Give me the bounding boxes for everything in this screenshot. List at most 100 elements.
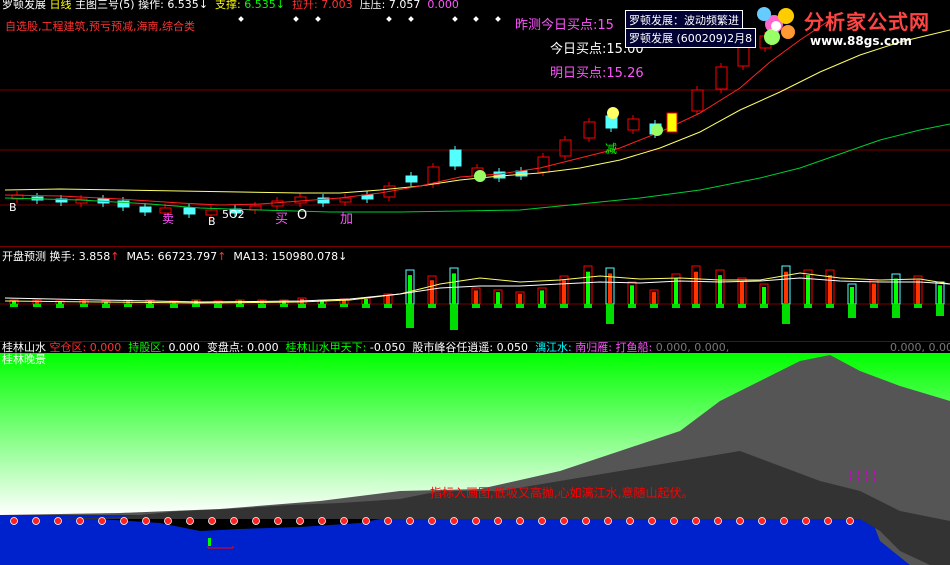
- sell-marker: 卖: [162, 212, 175, 226]
- volume-bar-green: [146, 304, 154, 308]
- volume-bar-green: [584, 304, 592, 308]
- volume-bar-green: [472, 304, 480, 308]
- river-dot: [582, 517, 590, 525]
- volume-bar-green: [782, 304, 790, 324]
- li-label: 漓江水:: [535, 341, 572, 354]
- river-dot: [428, 517, 436, 525]
- volume-bar-green: [672, 304, 680, 308]
- pull-value: 7.003: [321, 0, 353, 11]
- candle: [715, 66, 728, 90]
- stock-name: 罗顿发展: [2, 0, 46, 11]
- candle: [559, 139, 572, 157]
- river-dot: [516, 517, 524, 525]
- birds-icon: ⟩⟩⟩⟩: [848, 469, 881, 484]
- volume-bar-green: [650, 304, 658, 308]
- volume-bar-green: [362, 304, 370, 308]
- highlight-candle: [666, 112, 678, 133]
- river-dot: [824, 517, 832, 525]
- landscape-svg: [0, 353, 950, 565]
- volume-bar-green: [428, 304, 436, 308]
- river-dot: [208, 517, 216, 525]
- buy-marker: 买: [275, 212, 289, 227]
- volume-bar-green: [936, 304, 944, 316]
- sector-list: 自选股,工程建筑,预亏预减,海南,综合类: [5, 20, 195, 33]
- indicator-name: 主图三号(5): [75, 0, 135, 11]
- main-chart-pane[interactable]: 罗顿发展 日线 主图三号(5) 操作: 6.535↓, 支撑: 6.535↓, …: [0, 0, 950, 246]
- volume-bar-green: [560, 304, 568, 308]
- b-marker: B: [208, 215, 216, 228]
- ma5-arrow: ↑: [217, 250, 227, 263]
- cross-marker: 5O2: [222, 208, 245, 221]
- volume-bar-green: [516, 304, 524, 308]
- header-row: 罗顿发展 日线 主图三号(5) 操作: 6.535↓, 支撑: 6.535↓, …: [2, 0, 459, 11]
- river-dot: [846, 517, 854, 525]
- circle-marker: O: [297, 208, 308, 223]
- river-dot: [560, 517, 568, 525]
- turnover-title: 开盘预测: [2, 250, 46, 263]
- sun-marker-icon: [651, 124, 663, 136]
- sun-marker-icon: [474, 170, 486, 182]
- river-dot: [164, 517, 172, 525]
- candle: [405, 175, 418, 183]
- river-dot: [54, 517, 62, 525]
- landscape-header: 桂林山水 空仓区: 0.000, 持股区: 0.000, 变盘点: 0.000,…: [2, 341, 730, 354]
- turnover-value: 3.858: [78, 250, 111, 263]
- volume-bar-green: [102, 304, 110, 308]
- river-dot: [296, 517, 304, 525]
- guilin-landscape-pane[interactable]: 桂林山水 空仓区: 0.000, 持股区: 0.000, 变盘点: 0.000,…: [0, 341, 950, 565]
- volume-bar-green: [33, 304, 41, 307]
- candle: [183, 207, 196, 215]
- pressure-label: 压压:: [359, 0, 386, 11]
- volume-bar-green: [280, 304, 288, 307]
- reduce-marker: 减: [605, 142, 618, 156]
- volume-bar-green: [192, 304, 200, 307]
- op-arrow: ↓: [198, 0, 209, 11]
- volume-bar-green: [716, 304, 724, 308]
- volume-bar-green: [298, 304, 306, 308]
- candle: [627, 118, 640, 131]
- logo-title: 分析家公式网: [804, 10, 930, 34]
- tooltip-popup[interactable]: 罗顿发展 (600209)2月8: [625, 28, 757, 48]
- volume-bar-green: [914, 304, 922, 308]
- turnover-pane[interactable]: 开盘预测 换手: 3.858↑, MA5: 66723.797↑, MA13: …: [0, 246, 950, 341]
- river-dot: [758, 517, 766, 525]
- volume-bar-green: [804, 304, 812, 308]
- sun-marker-icon: [607, 107, 619, 119]
- volume-bar-green: [450, 304, 458, 330]
- river-dot: [406, 517, 414, 525]
- tooltip-popup[interactable]: 罗顿发展：波动频繁进: [625, 10, 743, 30]
- volume-bar-green: [848, 304, 856, 318]
- pull-label: 拉升:: [291, 0, 318, 11]
- volume-bar-green: [692, 304, 700, 308]
- candle: [294, 196, 307, 204]
- river-dot: [780, 517, 788, 525]
- river-dot: [76, 517, 84, 525]
- op-label: 操作:: [138, 0, 164, 11]
- volume-bar-green: [258, 304, 266, 308]
- support-value: 6.535: [244, 0, 276, 11]
- volume-bar-green: [538, 304, 546, 308]
- river-dot: [626, 517, 634, 525]
- candle: [537, 156, 550, 173]
- hold-label: 持股区:: [128, 341, 165, 354]
- poem-text: 指标入画图,低吸又高抛,心如漓江水,意随山起伏。: [430, 486, 694, 500]
- add-marker: 加: [340, 212, 354, 227]
- candle: [139, 206, 152, 213]
- volume-bar-green: [892, 304, 900, 318]
- nangui-label: 南归雁:: [575, 341, 612, 354]
- support-label: 支撑:: [215, 0, 241, 11]
- empty-value: 0.000: [89, 341, 122, 354]
- night-label: 桂林晚景: [2, 353, 46, 366]
- river-dot: [10, 517, 18, 525]
- river-dot: [450, 517, 458, 525]
- logo-url: www.88gs.com: [810, 34, 912, 48]
- tomorrow-buy-point: 明日买点:15.26: [550, 66, 644, 81]
- river-dot: [736, 517, 744, 525]
- river-dot: [384, 517, 392, 525]
- volume-bar-green: [214, 304, 222, 308]
- volume-bar-green: [606, 304, 614, 324]
- peak-value: 0.050: [496, 341, 529, 354]
- volume-bar-green: [170, 304, 178, 308]
- ma13-value: 150980.078: [271, 250, 339, 263]
- river-dot: [670, 517, 678, 525]
